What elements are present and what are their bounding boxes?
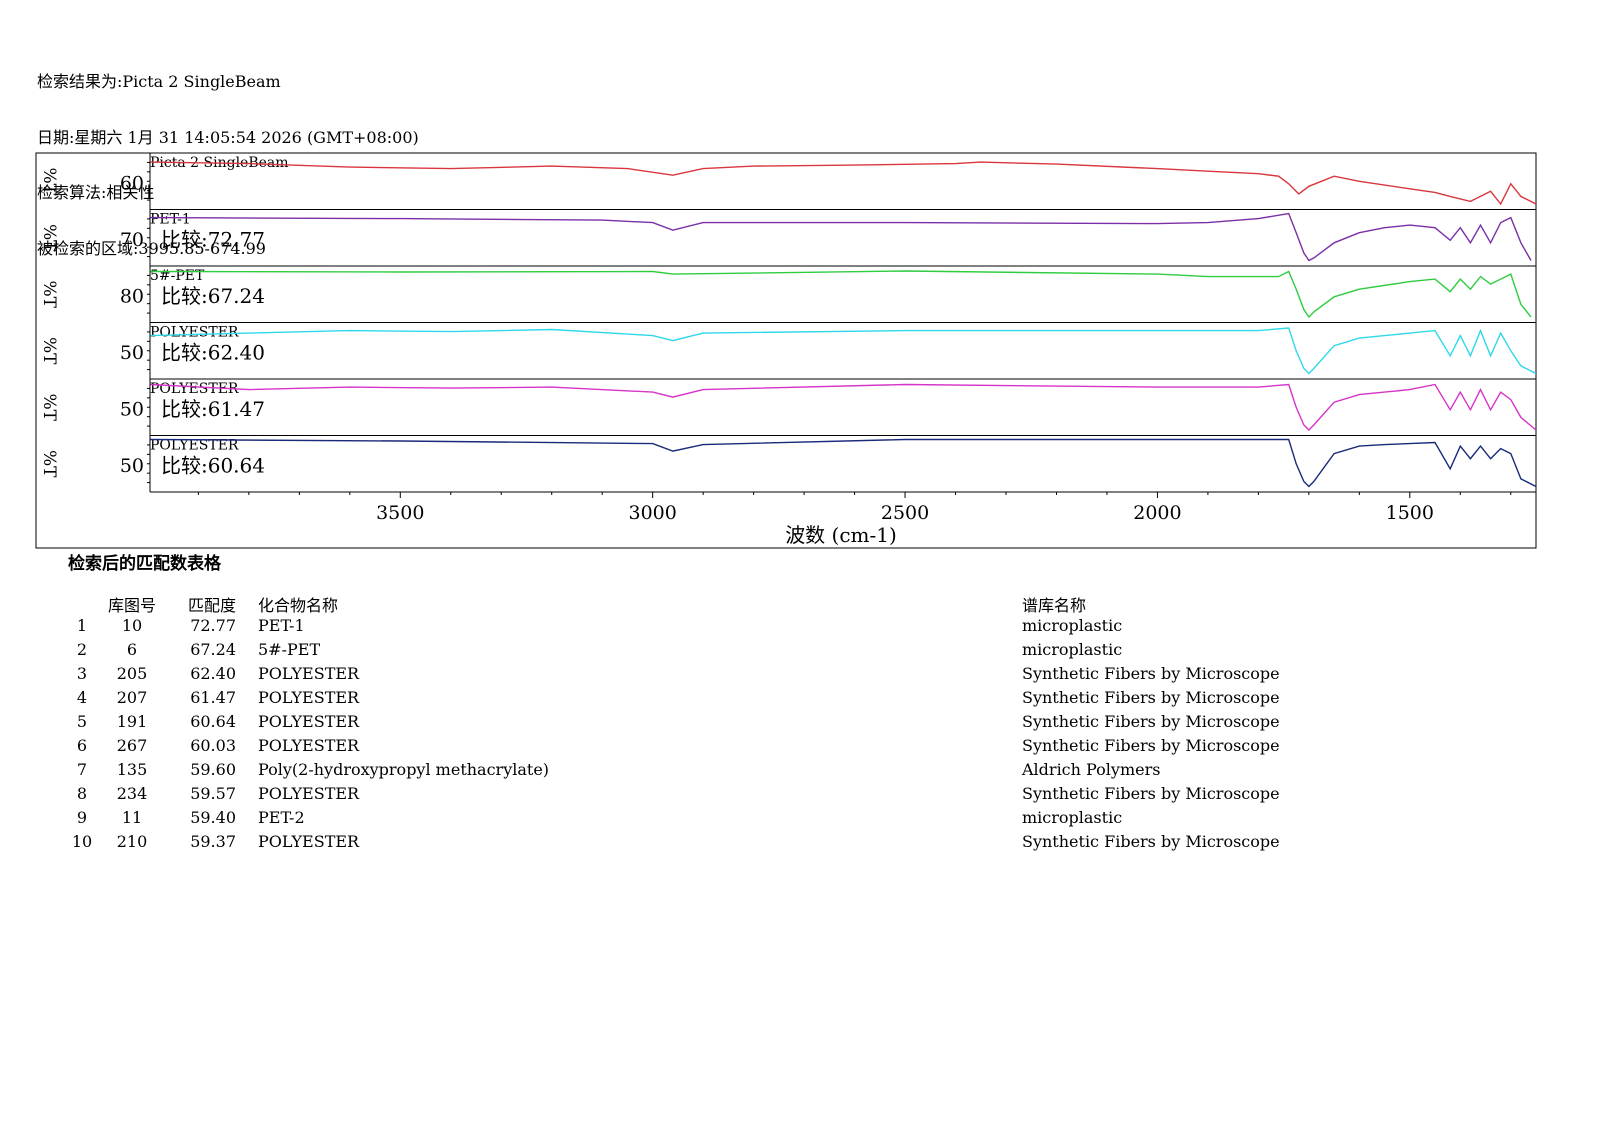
row-lib-number: 234 <box>116 784 148 803</box>
table-row[interactable]: 4 207 61.47 POLYESTER Synthetic Fibers by Mi… <box>0 688 1600 712</box>
row-compound-name: POLYESTER <box>258 664 360 683</box>
table-row[interactable]: 3 205 62.40 POLYESTER Synthetic Fibers by Mi… <box>0 664 1600 688</box>
row-library-name: Synthetic Fibers by Microscope <box>1022 664 1280 683</box>
y-tick-label: 80 <box>120 285 144 307</box>
row-index: 10 <box>71 832 93 851</box>
compare-score-label: 比较:62.40 <box>161 341 265 365</box>
row-lib-number: 267 <box>116 736 148 755</box>
table-row[interactable]: 9 11 59.40 PET-2 microplastic <box>0 808 1600 832</box>
row-lib-number: 207 <box>116 688 148 707</box>
row-library-name: microplastic <box>1022 616 1123 635</box>
header-lib: 库图号 <box>108 596 157 615</box>
row-compound-name: PET-1 <box>258 616 305 635</box>
series-name-label: 5#-PET <box>150 268 205 284</box>
compare-score-label: 比较:72.77 <box>161 228 265 252</box>
row-lib-number: 135 <box>116 760 148 779</box>
row-score: 59.57 <box>190 784 236 803</box>
row-compound-name: POLYESTER <box>258 712 360 731</box>
row-index: 6 <box>76 736 88 755</box>
table-row[interactable]: 7 135 59.60 Poly(2-hydroxypropyl methacryla… <box>0 760 1600 784</box>
spectrum-line <box>150 270 1532 319</box>
spectrum-line <box>150 161 1537 206</box>
row-compound-name: 5#-PET <box>258 640 321 659</box>
x-tick-label: 1500 <box>1386 502 1434 524</box>
row-index: 3 <box>76 664 88 683</box>
y-axis-label: %T <box>39 168 59 196</box>
row-lib-number: 210 <box>116 832 148 851</box>
table-header-row: 库图号 匹配度 化合物名称 谱库名称 <box>0 592 1600 616</box>
row-lib-number: 11 <box>121 808 143 827</box>
row-index: 7 <box>76 760 88 779</box>
y-tick-label: 70 <box>120 229 144 251</box>
row-score: 59.60 <box>190 760 236 779</box>
table-row[interactable]: 1 10 72.77 PET-1 microplastic <box>0 616 1600 640</box>
row-library-name: Synthetic Fibers by Microscope <box>1022 712 1280 731</box>
row-compound-name: POLYESTER <box>258 832 360 851</box>
row-library-name: Synthetic Fibers by Microscope <box>1022 688 1280 707</box>
row-library-name: Synthetic Fibers by Microscope <box>1022 832 1280 851</box>
row-compound-name: POLYESTER <box>258 688 360 707</box>
row-library-name: Synthetic Fibers by Microscope <box>1022 784 1280 803</box>
row-lib-number: 205 <box>116 664 148 683</box>
row-compound-name: PET-2 <box>258 808 305 827</box>
row-score: 59.37 <box>190 832 236 851</box>
table-row[interactable]: 8 234 59.57 POLYESTER Synthetic Fibers by Mi… <box>0 784 1600 808</box>
row-score: 61.47 <box>190 688 236 707</box>
match-table-title: 检索后的匹配数表格 <box>68 554 221 574</box>
row-score: 72.77 <box>190 616 236 635</box>
row-index: 2 <box>76 640 88 659</box>
row-lib-number: 10 <box>121 616 143 635</box>
row-score: 62.40 <box>190 664 236 683</box>
spectrum-line <box>150 383 1537 431</box>
row-compound-name: Poly(2-hydroxypropyl methacrylate) <box>258 760 550 779</box>
y-axis-label: %T <box>39 281 59 309</box>
y-axis-label: %T <box>39 394 59 422</box>
row-score: 59.40 <box>190 808 236 827</box>
row-score: 60.03 <box>190 736 236 755</box>
y-axis-label: %T <box>39 337 59 365</box>
y-tick-label: 50 <box>120 455 144 477</box>
spectra-chart: %T 60Picta 2 SingleBeam%T 70PET-1比较:72.77%… <box>35 152 1537 549</box>
header-name: 化合物名称 <box>258 596 339 615</box>
row-lib-number: 6 <box>126 640 138 659</box>
row-index: 5 <box>76 712 88 731</box>
row-index: 8 <box>76 784 88 803</box>
row-library-name: Synthetic Fibers by Microscope <box>1022 736 1280 755</box>
row-index: 4 <box>76 688 88 707</box>
x-axis-label: 波数 (cm-1) <box>785 523 897 547</box>
row-lib-number: 191 <box>116 712 148 731</box>
compare-score-label: 比较:61.47 <box>161 397 265 421</box>
x-tick-label: 3500 <box>376 502 424 524</box>
series-name-label: PET-1 <box>150 212 191 228</box>
table-row[interactable]: 2 6 67.24 5#-PET microplastic <box>0 640 1600 664</box>
row-index: 1 <box>76 616 88 635</box>
y-axis-label: %T <box>39 224 59 252</box>
table-row[interactable]: 6 267 60.03 POLYESTER Synthetic Fibers by Mi… <box>0 736 1600 760</box>
x-tick-label: 3000 <box>628 502 676 524</box>
row-library-name: microplastic <box>1022 640 1123 659</box>
y-tick-label: 60 <box>120 172 144 194</box>
row-index: 9 <box>76 808 88 827</box>
header-score: 匹配度 <box>187 596 236 615</box>
x-tick-label: 2000 <box>1133 502 1181 524</box>
table-row[interactable]: 5 191 60.64 POLYESTER Synthetic Fibers by Mi… <box>0 712 1600 736</box>
header-db: 谱库名称 <box>1022 596 1087 615</box>
row-score: 60.64 <box>190 712 236 731</box>
y-axis-label: %T <box>39 450 59 478</box>
x-tick-label: 2500 <box>881 502 929 524</box>
row-library-name: microplastic <box>1022 808 1123 827</box>
spectrum-line <box>150 438 1537 488</box>
row-compound-name: POLYESTER <box>258 784 360 803</box>
row-compound-name: POLYESTER <box>258 736 360 755</box>
spectrum-line <box>150 327 1537 375</box>
row-score: 67.24 <box>190 640 236 659</box>
y-tick-label: 50 <box>120 398 144 420</box>
table-row[interactable]: 10 210 59.37 POLYESTER Synthetic Fibers by M… <box>0 832 1600 856</box>
compare-score-label: 比较:60.64 <box>161 454 265 478</box>
compare-score-label: 比较:67.24 <box>161 284 265 308</box>
spectrum-line <box>150 212 1532 262</box>
y-tick-label: 50 <box>120 342 144 364</box>
series-name-label: POLYESTER <box>150 325 239 341</box>
row-library-name: Aldrich Polymers <box>1022 760 1161 779</box>
